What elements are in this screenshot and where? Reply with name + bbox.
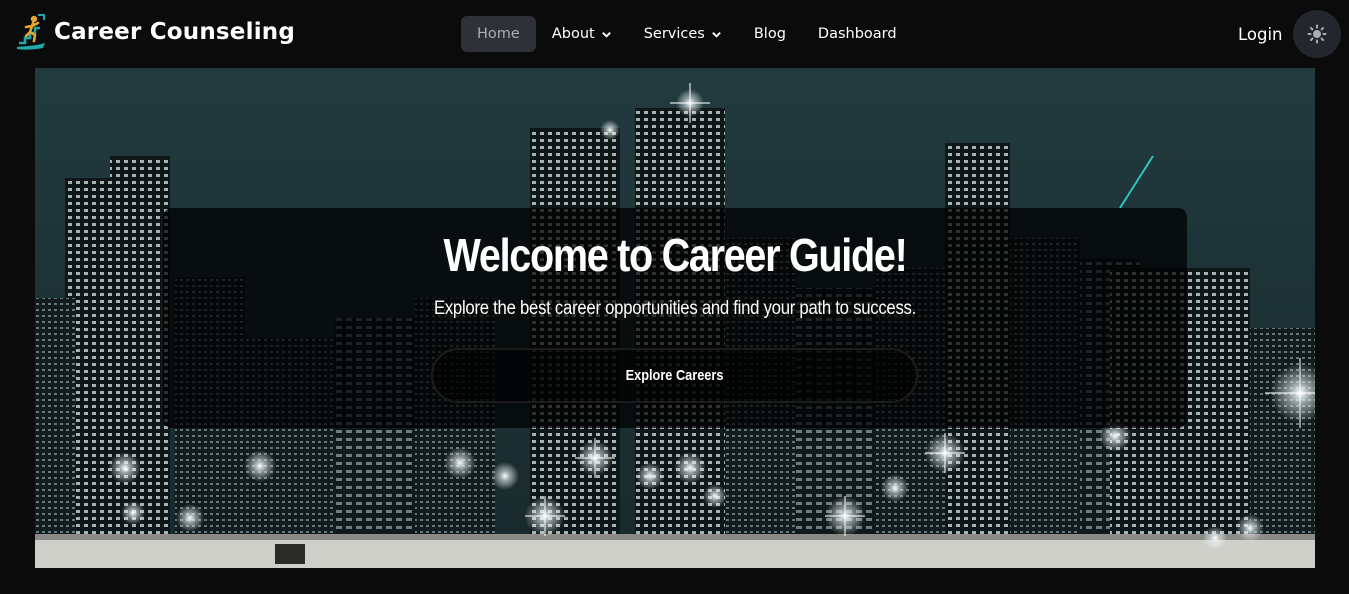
brand-name: Career Counseling xyxy=(54,19,296,45)
nav-item-home[interactable]: Home xyxy=(461,16,536,52)
explore-careers-button[interactable]: Explore Careers xyxy=(431,348,918,403)
nav-item-services[interactable]: Services xyxy=(628,16,738,52)
hero-section: Welcome to Career Guide! Explore the bes… xyxy=(35,68,1315,568)
nav-item-label: Services xyxy=(643,26,705,42)
nav-item-blog[interactable]: Blog xyxy=(738,16,802,52)
nav-item-label: Blog xyxy=(753,26,786,42)
main-nav: Home About Services Blog Dashboard xyxy=(461,16,913,52)
hero-title: Welcome to Career Guide! xyxy=(443,229,908,281)
nav-item-dashboard[interactable]: Dashboard xyxy=(802,16,913,52)
hero-card: Welcome to Career Guide! Explore the bes… xyxy=(163,208,1187,428)
login-link[interactable]: Login xyxy=(1238,18,1283,50)
chevron-down-icon xyxy=(601,31,611,38)
button-label: Explore Careers xyxy=(625,367,724,384)
nav-item-about[interactable]: About xyxy=(536,16,628,52)
nav-item-label: Home xyxy=(477,26,520,42)
brand[interactable]: Career Counseling xyxy=(14,12,295,52)
theme-toggle-button[interactable] xyxy=(1293,10,1341,58)
hero-subtitle: Explore the best career opportunities an… xyxy=(433,298,917,319)
navbar: Career Counseling Home About Services Bl… xyxy=(0,0,1349,68)
career-climb-logo-icon xyxy=(17,14,45,50)
chevron-down-icon xyxy=(712,31,721,38)
nav-item-label: About xyxy=(551,26,595,42)
sun-icon xyxy=(1307,24,1327,44)
nav-item-label: Dashboard xyxy=(817,26,897,42)
